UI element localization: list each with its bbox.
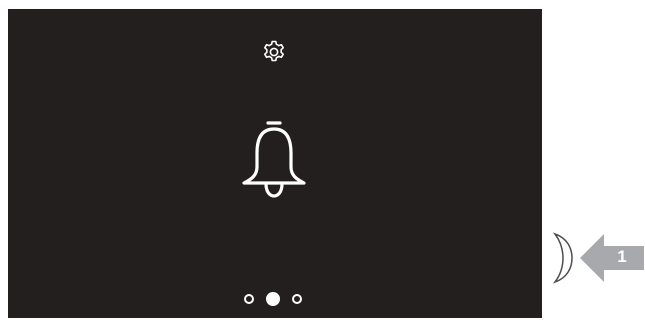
page-dot[interactable] [244,294,254,304]
callout-label: 1 [617,247,627,266]
settings-button[interactable] [261,39,287,65]
device-screen [8,9,542,318]
page-indicator [242,292,308,308]
page-dot-active[interactable] [266,292,280,306]
gear-icon [264,40,284,62]
side-button[interactable] [552,232,575,284]
device-illustration: 1 [0,0,645,323]
bell-icon [240,120,308,200]
page-dot[interactable] [292,294,302,304]
